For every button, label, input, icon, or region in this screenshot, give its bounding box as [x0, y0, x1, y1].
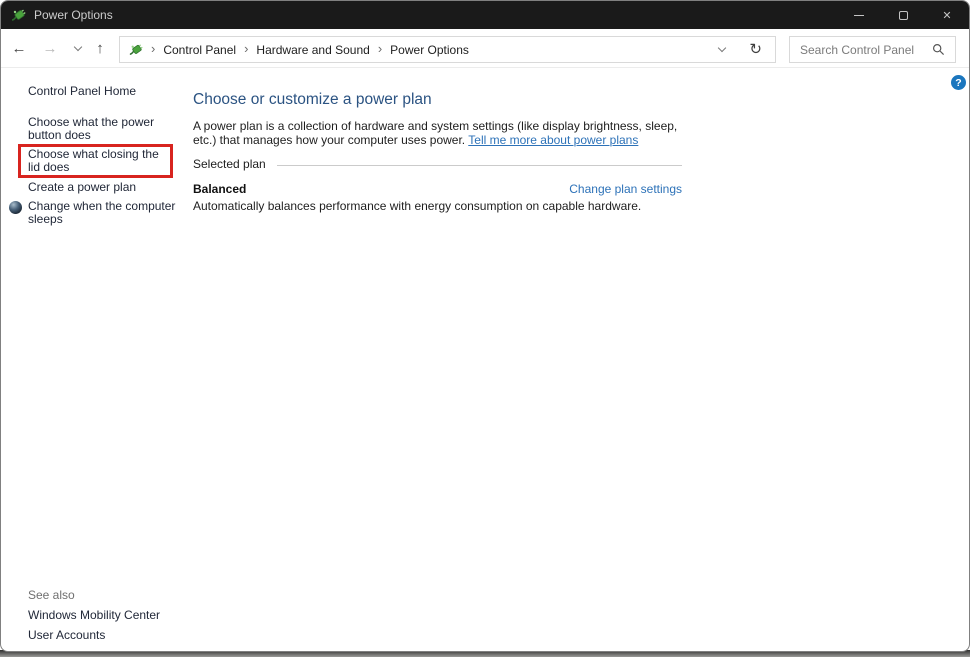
sidebar-item-computer-sleeps[interactable]: Change when the computer sleeps [28, 200, 182, 226]
search-input[interactable] [800, 42, 926, 57]
forward-icon: → [42, 39, 58, 57]
chevron-down-icon [73, 42, 83, 51]
see-also-section: See also Windows Mobility Center User Ac… [28, 588, 160, 649]
title-bar: Power Options ✕ [1, 1, 969, 29]
sidebar-item-create-power-plan[interactable]: Create a power plan [28, 181, 182, 194]
address-bar[interactable]: › Control Panel › Hardware and Sound › P… [119, 36, 776, 63]
power-options-app-icon [11, 9, 26, 21]
up-button[interactable]: ↑ [87, 29, 113, 67]
maximize-icon [898, 10, 908, 20]
forward-button[interactable]: → [37, 29, 63, 67]
page-title: Choose or customize a power plan [193, 91, 432, 108]
refresh-icon[interactable]: ↻ [749, 42, 762, 57]
sidebar-task-list: Choose what the power button does Choose… [9, 116, 182, 226]
breadcrumb-control-panel[interactable]: Control Panel [163, 43, 236, 57]
maximize-button[interactable] [881, 1, 925, 29]
screenshot-root: Power Options ✕ ← → ↑ › Control Panel › … [0, 0, 970, 657]
chevron-right-icon[interactable]: › [151, 42, 155, 57]
minimize-button[interactable] [837, 1, 881, 29]
see-also-title: See also [28, 588, 75, 602]
window-title: Power Options [34, 8, 113, 22]
help-icon: ? [955, 76, 962, 89]
separator-line [276, 164, 682, 166]
sidebar-item-computer-sleeps-row: Change when the computer sleeps [9, 200, 182, 226]
main-content: Choose or customize a power plan A power… [193, 91, 682, 213]
plan-description: Automatically balances performance with … [193, 199, 642, 213]
tell-me-more-link[interactable]: Tell me more about power plans [468, 133, 638, 147]
plan-name: Balanced [193, 182, 247, 196]
change-plan-settings-link[interactable]: Change plan settings [569, 182, 682, 196]
chevron-right-icon[interactable]: › [378, 42, 382, 57]
address-bar-controls: ↻ [718, 42, 775, 57]
chevron-right-icon[interactable]: › [244, 42, 248, 57]
power-options-breadcrumb-icon [129, 44, 143, 55]
sidebar-item-control-panel-home[interactable]: Control Panel Home [28, 85, 136, 98]
breadcrumb-power-options[interactable]: Power Options [390, 43, 469, 57]
selected-plan-header: Selected plan [193, 157, 682, 171]
power-options-window: Power Options ✕ ← → ↑ › Control Panel › … [0, 0, 970, 652]
sleep-icon [9, 201, 22, 214]
plan-row: Balanced Change plan settings [193, 182, 682, 196]
page-description: A power plan is a collection of hardware… [193, 119, 682, 147]
selected-plan-label: Selected plan [193, 157, 266, 171]
sidebar-item-closing-lid[interactable]: Choose what closing the lid does [28, 148, 168, 174]
up-icon: ↑ [96, 39, 104, 57]
help-button[interactable]: ? [951, 75, 966, 90]
search-icon[interactable] [932, 43, 945, 56]
window-controls: ✕ [837, 1, 969, 29]
back-button[interactable]: ← [6, 29, 32, 67]
back-icon: ← [11, 39, 27, 57]
sidebar-item-windows-mobility-center[interactable]: Windows Mobility Center [28, 609, 160, 622]
search-box[interactable] [789, 36, 956, 63]
close-button[interactable]: ✕ [925, 1, 969, 29]
close-icon: ✕ [942, 9, 952, 22]
navigation-bar: ← → ↑ › Control Panel › Hardware and Sou… [1, 29, 969, 68]
sidebar-item-power-button[interactable]: Choose what the power button does [28, 116, 182, 142]
minimize-icon [854, 14, 864, 16]
breadcrumb-hardware-and-sound[interactable]: Hardware and Sound [256, 43, 369, 57]
address-dropdown-chevron-icon[interactable] [718, 43, 727, 53]
red-highlight-box: Choose what closing the lid does [18, 144, 173, 178]
sidebar-item-user-accounts[interactable]: User Accounts [28, 629, 160, 642]
